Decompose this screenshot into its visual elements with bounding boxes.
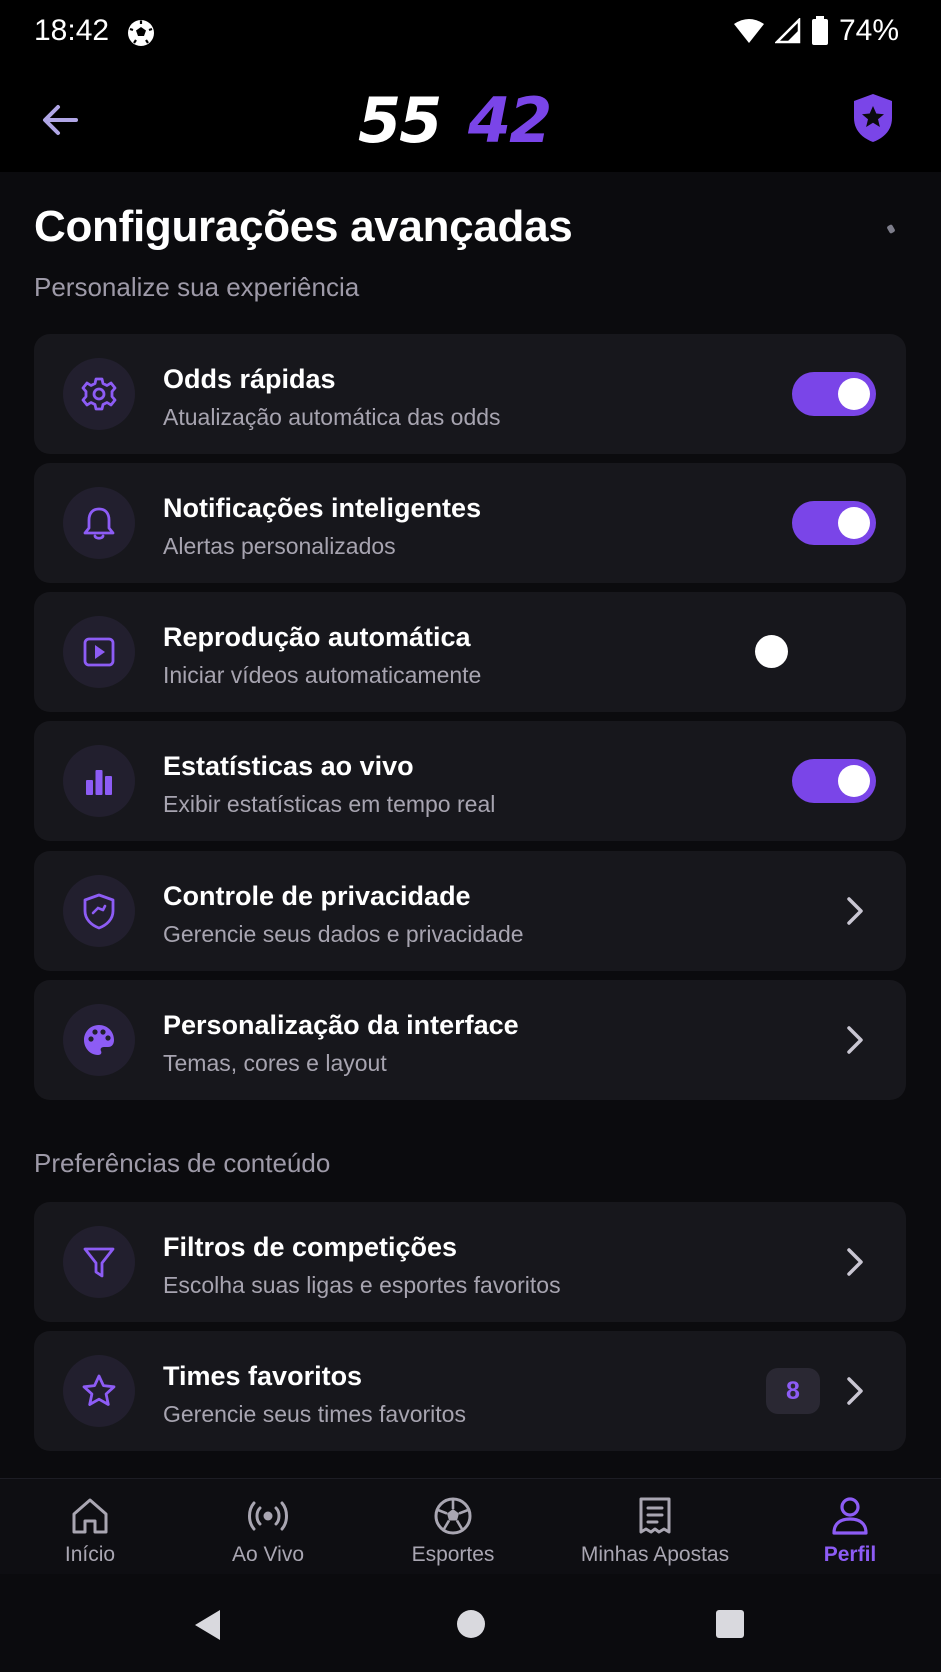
setting-privacidade[interactable]: Controle de privacidade Gerencie seus da… <box>34 851 906 971</box>
play-icon <box>83 637 115 667</box>
nav-label: Minhas Apostas <box>580 1543 730 1566</box>
odds-rapidas-toggle[interactable] <box>792 372 876 416</box>
receipt-icon <box>639 1497 671 1534</box>
nav-item-minhas-apostas[interactable]: Minhas Apostas <box>570 1479 740 1575</box>
icon-container <box>63 487 135 559</box>
signal-icon <box>774 18 801 44</box>
shield-icon <box>83 893 115 930</box>
page-title: Configurações avançadas <box>34 202 573 251</box>
nav-item-perfil[interactable]: Perfil <box>790 1479 910 1575</box>
bell-icon <box>83 507 115 540</box>
nav-label: Início <box>64 1543 116 1566</box>
setting-title: Personalização da interface <box>163 1010 519 1040</box>
toggle-knob <box>838 765 870 797</box>
setting-subtitle: Gerencie seus times favoritos <box>163 1401 466 1427</box>
nav-item-inicio[interactable]: Início <box>30 1479 150 1575</box>
battery-level: 74% <box>838 14 899 47</box>
user-icon <box>832 1497 868 1535</box>
setting-personalizacao[interactable]: Personalização da interface Temas, cores… <box>34 980 906 1100</box>
setting-title: Reprodução automática <box>163 622 471 652</box>
toggle-knob <box>755 635 788 668</box>
setting-title: Filtros de competições <box>163 1232 458 1262</box>
setting-reproducao[interactable]: Reprodução automática Iniciar vídeos aut… <box>34 592 906 712</box>
wifi-icon <box>733 19 764 43</box>
setting-odds-rapidas[interactable]: Odds rápidas Atualização automática das … <box>34 334 906 454</box>
soccer-ball-icon <box>434 1497 472 1535</box>
chevron-right-icon <box>847 1026 863 1054</box>
page-subtitle: Personalize sua experiência <box>34 272 360 302</box>
reproducao-toggle[interactable] <box>752 630 836 674</box>
chevron-right-icon <box>847 897 863 925</box>
nav-label: Ao Vivo <box>232 1543 304 1566</box>
icon-container <box>63 358 135 430</box>
icon-container <box>63 745 135 817</box>
setting-subtitle: Iniciar vídeos automaticamente <box>163 662 482 688</box>
toggle-knob <box>838 507 870 539</box>
setting-estatisticas[interactable]: Estatísticas ao vivo Exibir estatísticas… <box>34 721 906 841</box>
filter-icon <box>83 1247 115 1278</box>
setting-subtitle: Temas, cores e layout <box>163 1050 387 1076</box>
setting-filtros[interactable]: Filtros de competições Escolha suas liga… <box>34 1202 906 1322</box>
icon-container <box>63 875 135 947</box>
toggle-knob <box>838 378 870 410</box>
status-time: 18:42 <box>34 14 110 47</box>
section-label: Preferências de conteúdo <box>34 1148 331 1178</box>
notificacoes-toggle[interactable] <box>792 501 876 545</box>
system-recents-icon[interactable] <box>714 1608 746 1640</box>
icon-container <box>63 1226 135 1298</box>
setting-title: Controle de privacidade <box>163 881 471 911</box>
app-logo[interactable]: 55 42 <box>358 90 584 150</box>
bottom-navigation: Início Ao Vivo Esportes Minhas Apostas P… <box>0 1478 941 1575</box>
scroll-indicator <box>886 224 896 234</box>
nav-label: Esportes <box>411 1543 495 1566</box>
shield-star-icon[interactable] <box>851 92 895 144</box>
system-back-icon[interactable] <box>192 1608 224 1642</box>
icon-container <box>63 1004 135 1076</box>
setting-subtitle: Gerencie seus dados e privacidade <box>163 921 524 947</box>
chevron-right-icon <box>847 1248 863 1276</box>
nav-item-esportes[interactable]: Esportes <box>393 1479 513 1575</box>
system-navigation-bar <box>0 1574 941 1672</box>
battery-icon <box>811 16 828 45</box>
app-bar: 55 42 <box>0 68 941 172</box>
live-broadcast-icon <box>248 1501 288 1531</box>
star-icon <box>82 1374 116 1406</box>
favorites-count-badge: 8 <box>766 1368 820 1414</box>
logo-right-text: 42 <box>467 90 550 150</box>
icon-container <box>63 1355 135 1427</box>
setting-title: Odds rápidas <box>163 364 336 394</box>
gear-icon <box>81 377 117 411</box>
setting-subtitle: Exibir estatísticas em tempo real <box>163 791 496 817</box>
system-home-icon[interactable] <box>455 1608 487 1640</box>
soccer-ball-icon <box>128 20 154 46</box>
setting-subtitle: Alertas personalizados <box>163 533 396 559</box>
palette-icon <box>84 1025 114 1055</box>
nav-item-ao-vivo[interactable]: Ao Vivo <box>208 1479 328 1575</box>
setting-title: Estatísticas ao vivo <box>163 751 414 781</box>
setting-subtitle: Atualização automática das odds <box>163 404 501 430</box>
setting-times-favoritos[interactable]: Times favoritos Gerencie seus times favo… <box>34 1331 906 1451</box>
status-bar: 18:42 74% <box>0 0 941 68</box>
bar-chart-icon <box>86 770 112 795</box>
setting-notificacoes[interactable]: Notificações inteligentes Alertas person… <box>34 463 906 583</box>
estatisticas-toggle[interactable] <box>792 759 876 803</box>
back-arrow-icon[interactable] <box>36 96 84 144</box>
setting-title: Times favoritos <box>163 1361 363 1391</box>
icon-container <box>63 616 135 688</box>
home-icon <box>72 1498 108 1534</box>
setting-subtitle: Escolha suas ligas e esportes favoritos <box>163 1272 561 1298</box>
logo-left-text: 55 <box>358 90 440 150</box>
nav-label: Perfil <box>823 1543 877 1566</box>
chevron-right-icon <box>847 1377 863 1405</box>
setting-title: Notificações inteligentes <box>163 493 482 523</box>
